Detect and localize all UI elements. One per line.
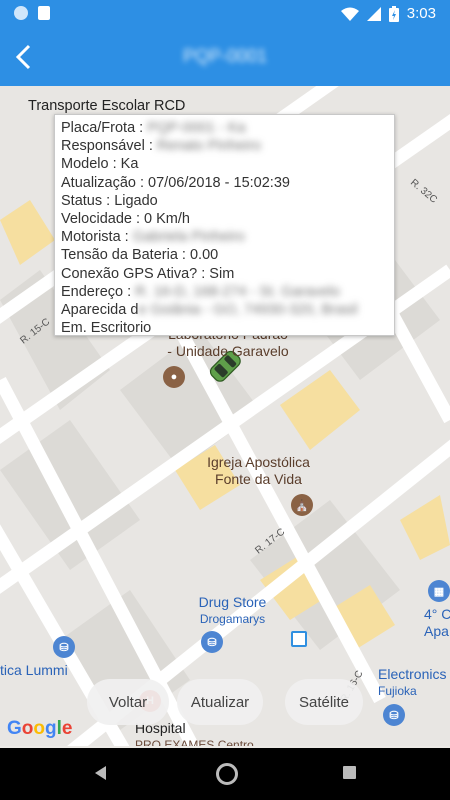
nav-recents-icon[interactable] [343, 766, 356, 779]
notification-dot-icon [14, 6, 28, 20]
info-gps: Conexão GPS Ativa? : Sim [61, 265, 235, 282]
hospital-label-line2: PRO EXAMES Centro [135, 738, 254, 746]
transit-icon [291, 631, 307, 647]
status-time: 3:03 [406, 5, 436, 22]
page-title: PQP-0001 [182, 46, 268, 66]
drugstore-label: Drug Store Drogamarys [190, 594, 275, 628]
info-motorista-value: Gabriela Pinheiro [132, 229, 245, 246]
vehicle-title: Transporte Escolar RCD [28, 98, 186, 114]
electronics-poi-icon[interactable]: ⛁ [383, 704, 405, 726]
info-motorista: Motorista : Gabriela Pinheiro [61, 229, 245, 246]
church-poi-icon[interactable]: ⛪ [291, 494, 313, 516]
drugstore-poi-icon[interactable]: ⛁ [201, 631, 223, 653]
info-tensao: Tensão da Bateria : 0.00 [61, 247, 219, 264]
drugstore-label-line1: Drug Store [198, 594, 267, 610]
sd-card-icon [38, 6, 50, 20]
apartment-label: 4° C Apa [424, 606, 450, 640]
info-endereco: Endereço : R. 16-D, 168-274 - St. Garave… [61, 283, 340, 300]
info-status: Status : Ligado [61, 192, 158, 209]
electronics-label: Electronics Fujioka [378, 666, 450, 700]
atualizar-button[interactable]: Atualizar [177, 679, 263, 725]
otica-label: tica Lummi [0, 662, 68, 678]
church-label-line1: Igreja Apostólica [207, 454, 310, 470]
google-logo: Google [7, 718, 73, 739]
status-bar: 3:03 [0, 0, 450, 28]
info-endereco-2-value: e Goiânia - GO, 74930-320, Brasil [138, 302, 358, 319]
info-placa-value: PQP-0001 - Ka [147, 120, 246, 136]
apartment-poi-icon[interactable]: ▦ [428, 580, 450, 602]
apartment-label-line2: Apa [424, 623, 449, 639]
wifi-icon [340, 7, 359, 21]
voltar-button[interactable]: Voltar [87, 679, 169, 725]
info-modelo: Modelo : Ka [61, 156, 139, 173]
signal-icon [366, 6, 381, 21]
info-endereco-2: Aparecida de Goiânia - GO, 74930-320, Br… [61, 302, 358, 319]
drugstore-label-line2: Drogamarys [199, 612, 266, 626]
vehicle-info-window[interactable]: Placa/Frota : PQP-0001 - Ka Responsável … [54, 114, 395, 336]
lab-label-line2: - Unidade Garavelo [167, 343, 289, 359]
church-label: Igreja Apostólica Fonte da Vida [196, 454, 321, 488]
shop-poi-icon[interactable]: ⛁ [53, 636, 75, 658]
info-local: Em. Escritorio [61, 320, 152, 337]
info-endereco-value: R. 16-D, 168-274 - St. Garavelo [135, 283, 340, 300]
electronics-label-line1: Electronics [378, 666, 447, 682]
church-label-line2: Fonte da Vida [215, 471, 302, 487]
info-responsavel-value: Renato Pinheiro [156, 138, 261, 155]
lab-poi-icon[interactable]: ● [163, 366, 185, 388]
nav-home-icon[interactable] [216, 763, 238, 785]
info-atualizacao: Atualização : 07/06/2018 - 15:02:39 [61, 174, 290, 191]
apartment-label-line1: 4° C [424, 606, 450, 622]
info-placa: Placa/Frota : PQP-0001 - Ka [61, 120, 246, 136]
system-navigation-bar [0, 748, 450, 800]
nav-back-icon[interactable] [95, 766, 106, 780]
info-responsavel: Responsável : Renato Pinheiro [61, 138, 261, 155]
electronics-label-line2: Fujioka [378, 684, 417, 698]
info-velocidade: Velocidade : 0 Km/h [61, 211, 190, 228]
battery-icon [388, 5, 399, 22]
app-bar: PQP-0001 [0, 28, 450, 86]
satelite-button[interactable]: Satélite [285, 679, 363, 725]
